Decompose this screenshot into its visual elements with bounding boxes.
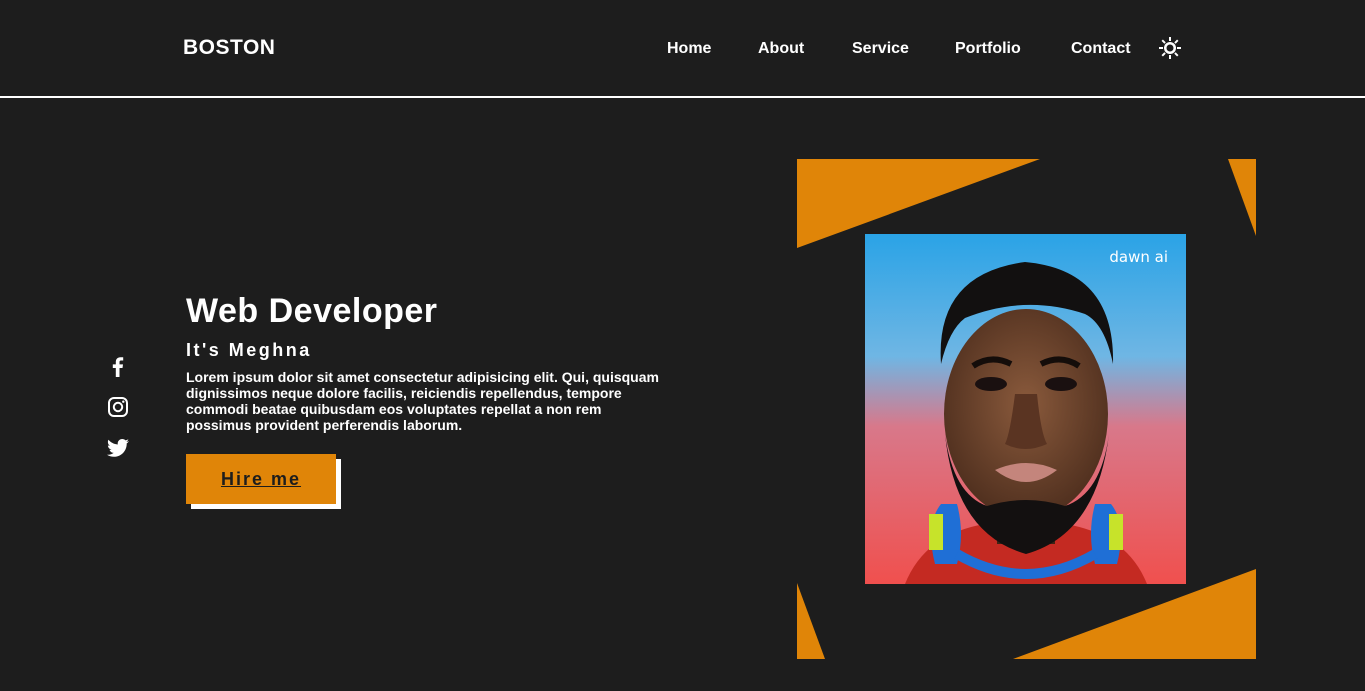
instagram-icon[interactable] (106, 395, 130, 419)
hero-title: Web Developer (186, 292, 438, 330)
site-header: BOSTON Home About Service Portfolio Cont… (0, 0, 1365, 98)
hero-subtitle: It's Meghna (186, 340, 312, 360)
nav-service[interactable]: Service (852, 40, 909, 58)
hire-me-button[interactable]: Hire me (186, 454, 336, 504)
profile-portrait: dawn ai (865, 234, 1186, 584)
sun-icon[interactable] (1159, 37, 1181, 59)
nav-portfolio[interactable]: Portfolio (955, 40, 1021, 58)
nav-contact[interactable]: Contact (1071, 40, 1131, 58)
portrait-watermark: dawn ai (1109, 248, 1168, 266)
nav-about[interactable]: About (758, 40, 804, 58)
nav-home[interactable]: Home (667, 40, 711, 58)
hero-description: Lorem ipsum dolor sit amet consectetur a… (186, 369, 659, 433)
twitter-icon[interactable] (106, 436, 130, 460)
facebook-icon[interactable] (106, 354, 130, 378)
